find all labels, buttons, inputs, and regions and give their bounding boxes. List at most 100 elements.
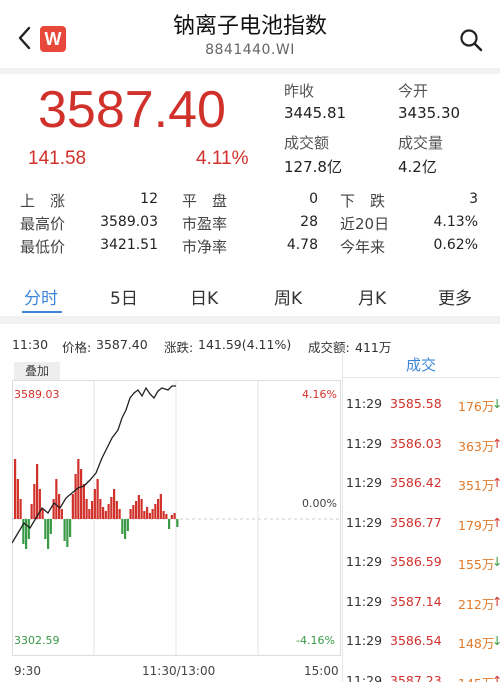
volume-bar (126, 519, 129, 531)
tab-5day[interactable]: 5日 (110, 284, 138, 309)
x-axis-start: 9:30 (14, 664, 41, 678)
volume-bar (82, 484, 85, 519)
volume-value: 4.2亿 (398, 158, 437, 176)
volume-bar (159, 494, 162, 519)
arrow-up-icon: ↑ (492, 672, 500, 682)
chart-tabs: 分时 5日 日K 周K 月K 更多 (0, 280, 500, 316)
volume-bar (162, 511, 165, 519)
volume-bar (44, 519, 47, 539)
trade-row: 11:29 3586.03 363万 ↑ (346, 435, 500, 456)
open-label: 今开 (398, 82, 429, 100)
arrow-up-icon: ↑ (492, 435, 500, 451)
flat-count-value: 0 (309, 191, 318, 207)
search-icon[interactable] (458, 27, 484, 53)
volume-bar (176, 519, 179, 527)
trade-price: 3586.42 (390, 475, 442, 490)
trade-time: 11:29 (346, 396, 383, 411)
volume-bar (154, 504, 157, 519)
page-title: 钠离子电池指数 (172, 14, 327, 39)
trade-volume: 155万 (458, 557, 495, 572)
volume-bar (16, 479, 19, 519)
trade-time: 11:29 (346, 435, 383, 451)
trade-price: 3586.77 (390, 514, 442, 530)
up-count-label: 上 涨 (20, 192, 66, 210)
trade-row: 11:29 3586.54 148万 ↓ (346, 633, 500, 653)
trade-row: 11:29 3586.59 155万 ↓ (346, 554, 500, 574)
low-label: 最低价 (20, 238, 66, 256)
volume-bar (143, 511, 146, 519)
trade-time: 11:29 (346, 593, 383, 609)
volume-label: 成交量 (398, 134, 444, 152)
tab-more[interactable]: 更多 (438, 284, 472, 309)
ytd-value: 0.62% (433, 237, 478, 253)
volume-bar (168, 519, 171, 529)
arrow-down-icon: ↓ (492, 633, 500, 648)
up-count-value: 12 (140, 191, 158, 207)
volume-bar (129, 509, 132, 519)
tab-weekly-k[interactable]: 周K (274, 284, 302, 309)
trade-price: 3586.54 (390, 633, 442, 648)
trade-price: 3587.23 (390, 672, 442, 682)
volume-bar (71, 494, 74, 519)
overlay-button[interactable]: 叠加 (14, 362, 60, 380)
pct-axis-mid: 0.00% (302, 497, 337, 510)
crosshair-chg: 141.59(4.11%) (198, 337, 292, 352)
header-bar: W 钠离子电池指数 8841440.WI (0, 0, 500, 68)
crosshair-price: 3587.40 (96, 337, 148, 352)
price-change: 141.58 (28, 148, 87, 169)
volume-bar (63, 519, 66, 541)
volume-bar (165, 514, 168, 519)
volume-bar (124, 519, 127, 539)
volume-bar (115, 501, 118, 519)
down-count-value: 3 (469, 191, 478, 207)
volume-bar (69, 519, 72, 537)
tab-monthly-k[interactable]: 月K (358, 284, 386, 309)
trade-volume: 179万 (458, 517, 495, 533)
tab-daily-k[interactable]: 日K (190, 284, 218, 309)
trade-row: 11:29 3586.77 179万 ↑ (346, 514, 500, 535)
flat-count-label: 平 盘 (182, 192, 228, 210)
tab-intraday[interactable]: 分时 (24, 284, 58, 309)
volume-bar (113, 489, 116, 519)
y-axis-low: 3302.59 (14, 634, 60, 647)
trade-volume: 148万 (458, 636, 495, 651)
volume-bar (148, 513, 151, 519)
x-axis-end: 15:00 (304, 664, 339, 678)
volume-bar (140, 499, 143, 519)
volume-bar (102, 507, 105, 519)
pb-value: 4.78 (286, 237, 318, 253)
trade-time: 11:29 (346, 554, 383, 569)
crosshair-chg-label: 涨跌: (164, 340, 194, 355)
trade-price: 3585.58 (390, 396, 442, 411)
volume-bar (99, 499, 102, 519)
trades-title[interactable]: 成交 (342, 352, 500, 378)
d20-label: 近20日 (340, 215, 390, 233)
trade-time: 11:29 (346, 672, 383, 682)
volume-bar (137, 495, 140, 519)
prev-close-value: 3445.81 (284, 104, 347, 122)
divider (0, 316, 500, 324)
pe-label: 市盈率 (182, 215, 228, 233)
trade-volume: 145万 (458, 673, 494, 682)
volume-bar (88, 509, 91, 519)
intraday-chart[interactable] (12, 358, 342, 658)
volume-bar (55, 479, 58, 519)
volume-bar (36, 464, 39, 519)
last-price: 3587.40 (38, 81, 226, 139)
pct-axis-low: -4.16% (296, 634, 335, 647)
trade-row: 11:29 3585.58 176万 ↓ (346, 396, 500, 416)
trade-volume: 363万 (458, 438, 495, 454)
volume-bar (14, 459, 17, 519)
volume-bar (107, 504, 110, 519)
volume-bar (96, 479, 99, 519)
volume-bar (60, 509, 63, 519)
crosshair-price-label: 价格: (62, 340, 92, 355)
trade-volume: 351万 (458, 478, 495, 493)
x-axis-mid: 11:30/13:00 (142, 664, 216, 678)
high-value: 3589.03 (100, 214, 158, 230)
volume-bar (151, 509, 154, 519)
volume-bar (104, 511, 107, 519)
volume-bar (74, 474, 77, 519)
trade-volume: 212万 (458, 596, 495, 612)
volume-bar (41, 509, 44, 519)
